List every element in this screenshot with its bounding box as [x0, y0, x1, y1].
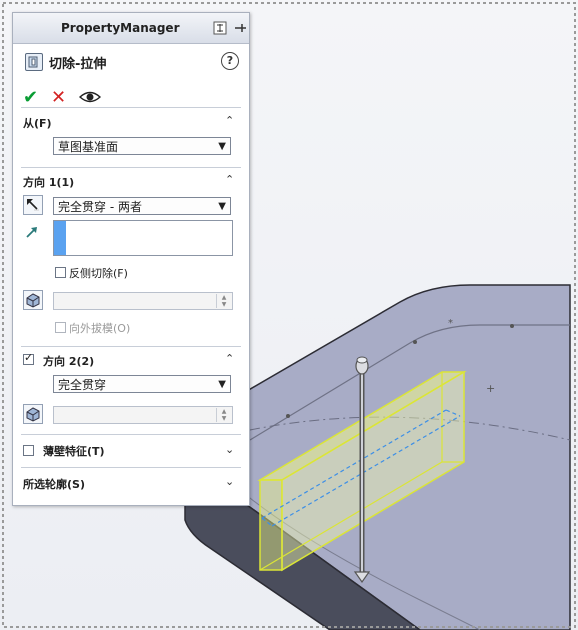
divider: [21, 107, 241, 108]
cut-preview-front: [259, 479, 283, 571]
cancel-button[interactable]: ✕: [51, 87, 66, 108]
action-buttons: ✔ ✕: [23, 87, 243, 109]
property-manager-header: PropertyManager: [13, 13, 249, 44]
flip-side-label: 反侧切除(F): [69, 267, 128, 280]
direction1-section-title[interactable]: 方向 1(1): [23, 174, 74, 190]
draft-angle-spinner[interactable]: ▲ ▼: [53, 292, 233, 310]
selected-contours-section-title[interactable]: 所选轮廓(S): [23, 476, 85, 492]
from-combo-value: 草图基准面: [58, 140, 119, 154]
combo-arrow-icon: ▼: [218, 201, 226, 212]
cut-extrude-icon: [25, 53, 43, 71]
divider: [21, 167, 241, 168]
spin-up-icon[interactable]: ▲: [216, 294, 231, 301]
property-manager-panel: PropertyManager 切除-拉伸 ? ✔ ✕ 从(F) ⌃ 草图基准面…: [12, 12, 250, 506]
chevron-up-icon[interactable]: ⌃: [225, 114, 237, 127]
direction2-section-title[interactable]: 方向 2(2): [43, 353, 94, 369]
thin-feature-section-title[interactable]: 薄壁特征(T): [43, 443, 105, 459]
preview-eye-icon[interactable]: [78, 89, 102, 105]
combo-arrow-icon: ▼: [218, 379, 226, 390]
feature-header: 切除-拉伸 ?: [23, 52, 243, 73]
direction2-end-condition-combo[interactable]: 完全贯穿 ▼: [53, 375, 231, 393]
property-manager-title: PropertyManager: [61, 21, 180, 35]
chevron-down-icon[interactable]: ⌄: [225, 443, 237, 456]
draft-outward-checkbox[interactable]: [55, 322, 66, 333]
chevron-down-icon[interactable]: ⌄: [225, 475, 237, 488]
reverse-direction-button[interactable]: [23, 195, 43, 215]
combo-arrow-icon: ▼: [218, 141, 226, 152]
chevron-up-icon[interactable]: ⌃: [225, 173, 237, 186]
direction2-end-condition-value: 完全贯穿: [58, 378, 107, 392]
expand-icon[interactable]: [213, 21, 227, 35]
direction1-end-condition-value: 完全贯穿 - 两者: [58, 200, 142, 214]
from-combo[interactable]: 草图基准面 ▼: [53, 137, 231, 155]
flip-side-checkbox[interactable]: [55, 267, 66, 278]
draft-toggle-button-2[interactable]: [23, 404, 43, 424]
thin-feature-checkbox[interactable]: [23, 445, 34, 456]
sketch-point: [286, 414, 290, 418]
spin-down-icon[interactable]: ▼: [216, 301, 231, 308]
svg-text:+: +: [486, 382, 495, 395]
direction-selection-box[interactable]: [53, 220, 233, 256]
spin-down-icon[interactable]: ▼: [216, 415, 231, 422]
selection-highlight: [54, 221, 66, 255]
chevron-up-icon[interactable]: ⌃: [225, 352, 237, 365]
divider: [21, 346, 241, 347]
svg-text:*: *: [448, 318, 453, 329]
divider: [21, 434, 241, 435]
direction1-end-condition-combo[interactable]: 完全贯穿 - 两者 ▼: [53, 197, 231, 215]
draft-outward-label: 向外拔模(O): [69, 322, 131, 335]
feature-title: 切除-拉伸: [49, 57, 107, 72]
pin-icon[interactable]: [233, 21, 247, 35]
draft-angle-spinner-2[interactable]: ▲ ▼: [53, 406, 233, 424]
solidworks-window: * + PropertyManager 切除-拉伸 ? ✔ ✕ 从(F) ⌃ 草…: [0, 0, 578, 630]
direction2-checkbox[interactable]: [23, 351, 34, 365]
draft-toggle-button[interactable]: [23, 290, 43, 310]
help-icon[interactable]: ?: [221, 52, 239, 70]
divider: [21, 467, 241, 468]
from-section-title[interactable]: 从(F): [23, 115, 52, 131]
sketch-point: [413, 340, 417, 344]
sketch-point: [510, 324, 514, 328]
ok-button[interactable]: ✔: [23, 87, 38, 108]
direction-vector-icon: [23, 223, 43, 243]
spin-up-icon[interactable]: ▲: [216, 408, 231, 415]
